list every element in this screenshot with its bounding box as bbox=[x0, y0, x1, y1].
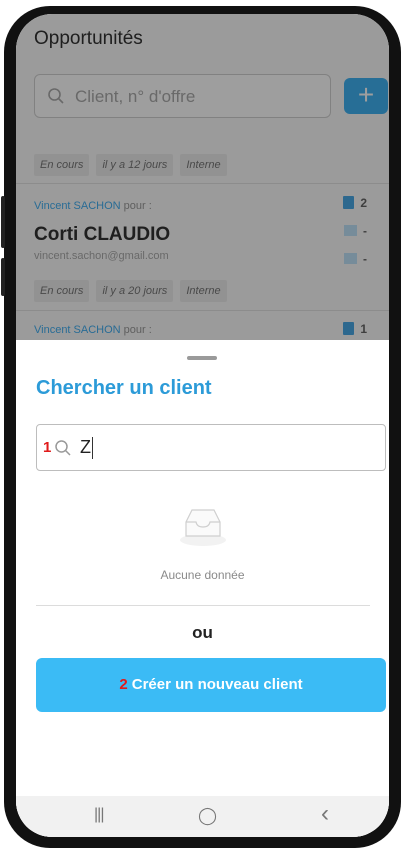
client-search-sheet: Chercher un client 1 Z Aucune donnée ou bbox=[16, 340, 389, 837]
side-button bbox=[1, 258, 5, 296]
volume-button bbox=[1, 196, 5, 248]
create-client-label: Créer un nouveau client bbox=[131, 676, 303, 693]
text-caret bbox=[92, 437, 93, 459]
phone-frame: Opportunités Client, n° d'offre + En cou… bbox=[0, 0, 403, 853]
screen: Opportunités Client, n° d'offre + En cou… bbox=[16, 14, 389, 837]
inbox-empty-icon bbox=[178, 500, 228, 555]
section-divider bbox=[36, 605, 370, 606]
create-client-button[interactable]: 2 Créer un nouveau client bbox=[36, 658, 386, 712]
search-value: Z bbox=[80, 437, 91, 457]
empty-state-text: Aucune donnée bbox=[160, 568, 245, 582]
recent-apps-icon[interactable]: ||| bbox=[94, 806, 105, 824]
client-search-input[interactable]: 1 Z bbox=[36, 424, 386, 471]
system-nav-bar: ||| ◯ ‹ bbox=[16, 796, 389, 837]
step-marker: 2 bbox=[119, 676, 128, 693]
search-icon bbox=[54, 439, 72, 462]
back-icon[interactable]: ‹ bbox=[321, 800, 329, 828]
sheet-title: Chercher un client bbox=[36, 377, 212, 399]
step-marker: 1 bbox=[43, 439, 52, 456]
or-separator: ou bbox=[192, 623, 213, 642]
sheet-drag-handle[interactable] bbox=[187, 356, 217, 360]
home-icon[interactable]: ◯ bbox=[198, 806, 217, 826]
